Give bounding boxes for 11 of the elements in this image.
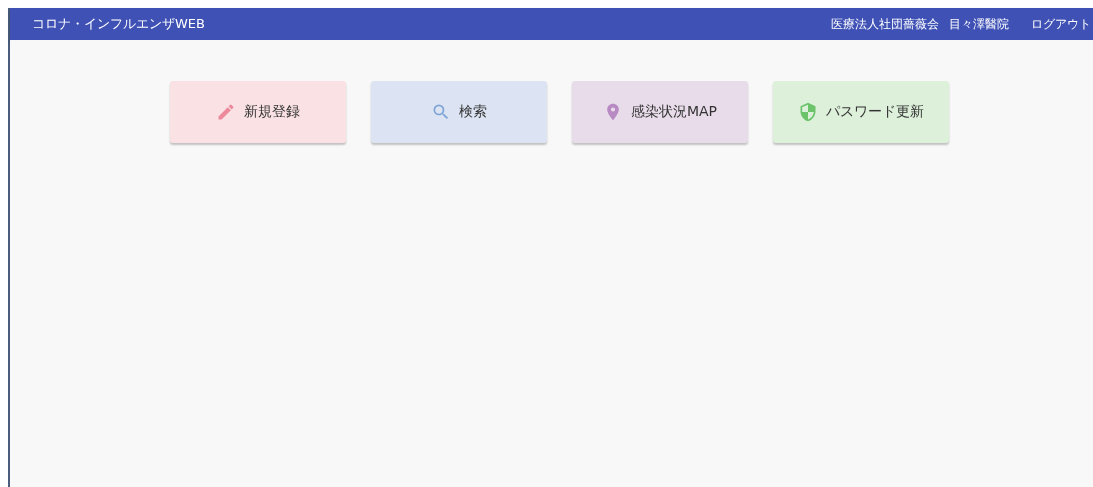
- menu-button[interactable]: パスワード更新: [773, 81, 949, 143]
- menu-button[interactable]: 新規登録: [170, 81, 346, 143]
- app-title: コロナ・インフルエンザWEB: [32, 15, 206, 33]
- organization-name: 医療法人社団薔薇会: [831, 15, 939, 33]
- logout-link[interactable]: ログアウト: [1031, 15, 1091, 33]
- pencil-icon: [216, 102, 236, 122]
- menu-button[interactable]: 検索: [371, 81, 547, 143]
- clinic-name: 目々澤醫院: [949, 15, 1009, 33]
- menu-button[interactable]: 感染状況MAP: [572, 81, 748, 143]
- search-icon: [431, 102, 451, 122]
- shield-icon: [798, 102, 818, 122]
